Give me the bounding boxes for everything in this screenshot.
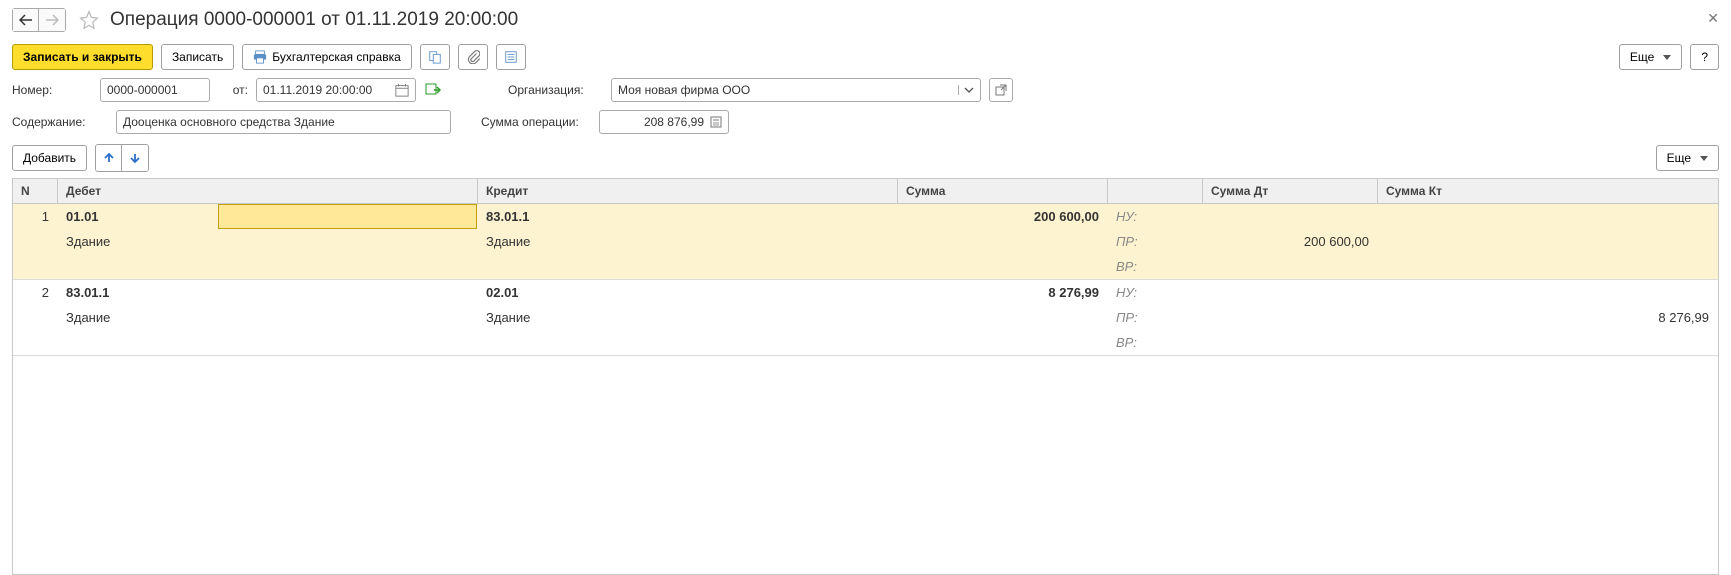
move-down-button[interactable] xyxy=(122,145,148,171)
credit-subconto[interactable]: Здание xyxy=(478,229,898,254)
org-open-button[interactable] xyxy=(989,78,1013,102)
entries-table: N Дебет Кредит Сумма Сумма Дт Сумма Кт 1… xyxy=(12,178,1719,575)
copy-button[interactable] xyxy=(420,44,450,70)
arrow-down-icon xyxy=(129,152,141,164)
col-sumkt[interactable]: Сумма Кт xyxy=(1378,179,1718,203)
window-title: Операция 0000-000001 от 01.11.2019 20:00… xyxy=(110,9,518,31)
table-toolbar: Добавить Еще xyxy=(0,138,1731,178)
nu-label: НУ: xyxy=(1108,280,1203,305)
col-n[interactable]: N xyxy=(13,179,58,203)
col-credit[interactable]: Кредит xyxy=(478,179,898,203)
table-body[interactable]: 1 01.01 83.01.1 200 600,00 НУ: Здание Зд… xyxy=(13,204,1718,574)
vr-label: ВР: xyxy=(1108,254,1203,279)
debit-subconto[interactable]: Здание xyxy=(58,229,478,254)
arrow-up-icon xyxy=(103,152,115,164)
row-sum[interactable]: 200 600,00 xyxy=(898,204,1108,229)
list-button[interactable] xyxy=(496,44,526,70)
col-debit[interactable]: Дебет xyxy=(58,179,478,203)
favorite-star-icon[interactable] xyxy=(78,9,100,31)
open-icon xyxy=(995,84,1007,96)
opsum-label: Сумма операции: xyxy=(481,115,591,129)
close-icon[interactable]: ✕ xyxy=(1707,10,1719,27)
pr-label: ПР: xyxy=(1108,229,1203,254)
printer-icon xyxy=(253,50,267,64)
debit-account[interactable]: 01.01 xyxy=(58,204,148,229)
org-label: Организация: xyxy=(508,83,603,97)
table-row[interactable]: 2 83.01.1 02.01 8 276,99 НУ: Здание Здан… xyxy=(13,280,1718,356)
date-input[interactable]: 01.11.2019 20:00:00 xyxy=(256,78,416,102)
list-icon xyxy=(504,50,518,64)
debit-subconto-active[interactable] xyxy=(218,204,477,229)
dropdown-icon[interactable] xyxy=(958,85,974,95)
org-input[interactable]: Моя новая фирма ООО xyxy=(611,78,981,102)
pr-dt[interactable] xyxy=(1203,305,1378,330)
col-sum[interactable]: Сумма xyxy=(898,179,1108,203)
nav-back-button[interactable] xyxy=(13,9,39,31)
content-input[interactable]: Дооценка основного средства Здание xyxy=(116,110,451,134)
nav-forward-button[interactable] xyxy=(39,9,65,31)
pr-label: ПР: xyxy=(1108,305,1203,330)
opsum-input[interactable]: 208 876,99 xyxy=(599,110,729,134)
table-header: N Дебет Кредит Сумма Сумма Дт Сумма Кт xyxy=(13,179,1718,204)
form-row-1: Номер: 0000-000001 от: 01.11.2019 20:00:… xyxy=(0,74,1731,106)
help-button[interactable]: ? xyxy=(1690,44,1719,70)
row-n: 2 xyxy=(13,280,58,305)
calculator-icon[interactable] xyxy=(710,116,722,128)
nu-label: НУ: xyxy=(1108,204,1203,229)
pr-kt[interactable] xyxy=(1378,229,1718,254)
more-button[interactable]: Еще xyxy=(1619,44,1682,70)
copy-icon xyxy=(428,50,442,64)
attach-button[interactable] xyxy=(458,44,488,70)
main-toolbar: Записать и закрыть Записать Бухгалтерска… xyxy=(0,40,1731,74)
nav-buttons xyxy=(12,8,66,32)
from-label: от: xyxy=(218,83,248,97)
table-more-button[interactable]: Еще xyxy=(1656,145,1719,171)
post-icon[interactable] xyxy=(424,81,442,99)
accounting-report-button[interactable]: Бухгалтерская справка xyxy=(242,44,412,70)
pr-dt[interactable]: 200 600,00 xyxy=(1203,229,1378,254)
save-button[interactable]: Записать xyxy=(161,44,234,70)
save-close-button[interactable]: Записать и закрыть xyxy=(12,44,153,70)
window-header: Операция 0000-000001 от 01.11.2019 20:00… xyxy=(0,0,1731,40)
number-input[interactable]: 0000-000001 xyxy=(100,78,210,102)
vr-label: ВР: xyxy=(1108,330,1203,355)
calendar-icon[interactable] xyxy=(395,83,409,97)
row-sum[interactable]: 8 276,99 xyxy=(898,280,1108,305)
add-row-button[interactable]: Добавить xyxy=(12,145,87,171)
debit-account[interactable]: 83.01.1 xyxy=(58,280,478,305)
col-extra xyxy=(1108,179,1203,203)
move-up-button[interactable] xyxy=(96,145,122,171)
credit-subconto[interactable]: Здание xyxy=(478,305,898,330)
credit-account[interactable]: 02.01 xyxy=(478,280,898,305)
form-row-2: Содержание: Дооценка основного средства … xyxy=(0,106,1731,138)
table-row[interactable]: 1 01.01 83.01.1 200 600,00 НУ: Здание Зд… xyxy=(13,204,1718,280)
move-row-group xyxy=(95,144,149,172)
pr-kt[interactable]: 8 276,99 xyxy=(1378,305,1718,330)
col-sumdt[interactable]: Сумма Дт xyxy=(1203,179,1378,203)
credit-account[interactable]: 83.01.1 xyxy=(478,204,898,229)
row-n: 1 xyxy=(13,204,58,229)
debit-subconto[interactable]: Здание xyxy=(58,305,478,330)
content-label: Содержание: xyxy=(12,115,108,129)
number-label: Номер: xyxy=(12,83,92,97)
paperclip-icon xyxy=(466,50,480,64)
